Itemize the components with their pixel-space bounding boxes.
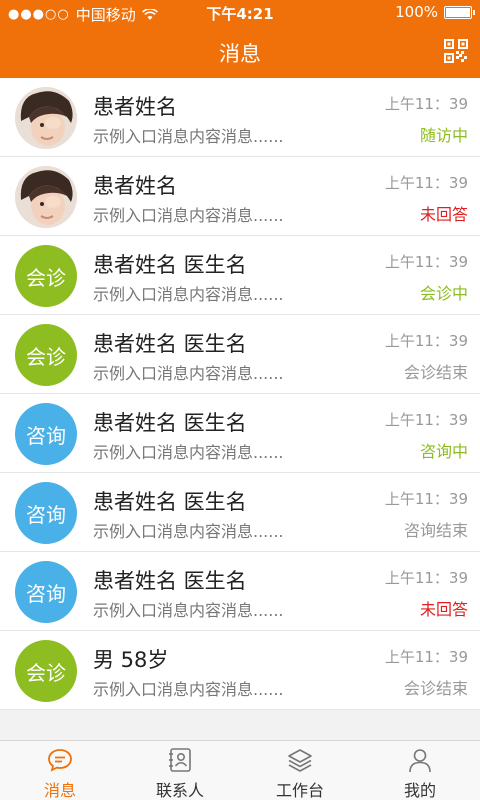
status-bar: ●●●○○ 中国移动 下午4:21 100% (0, 0, 480, 26)
child-photo-icon (15, 166, 77, 228)
battery-percent: 100% (395, 3, 438, 21)
message-item[interactable]: 咨询 患者姓名 医生名 示例入口消息内容消息...... 上午11：39 咨询结… (0, 473, 480, 552)
contact-name: 患者姓名 医生名 (93, 332, 247, 356)
message-preview: 示例入口消息内容消息...... (93, 127, 284, 146)
message-preview: 示例入口消息内容消息...... (93, 443, 284, 462)
tab-label: 工作台 (275, 781, 324, 800)
message-preview: 示例入口消息内容消息...... (93, 680, 284, 699)
status-label: 会诊中 (419, 284, 468, 303)
layers-icon (288, 749, 312, 772)
person-icon (409, 749, 431, 773)
message-item[interactable]: 患者姓名 示例入口消息内容消息...... 上午11：39 未回答 (0, 157, 480, 236)
page-title: 消息 (219, 42, 261, 66)
message-item[interactable]: 咨询 患者姓名 医生名 示例入口消息内容消息...... 上午11：39 咨询中 (0, 394, 480, 473)
status-label: 随访中 (419, 126, 468, 145)
tab-workbench[interactable]: 工作台 (240, 741, 360, 800)
status-label: 会诊结束 (403, 679, 468, 698)
nav-bar: 消息 (0, 26, 480, 78)
qr-code-icon[interactable] (444, 39, 468, 63)
message-preview: 示例入口消息内容消息...... (93, 601, 284, 620)
message-item[interactable]: 会诊 男 58岁 示例入口消息内容消息...... 上午11：39 会诊结束 (0, 631, 480, 710)
message-time: 上午11：39 (384, 648, 468, 666)
tab-contacts[interactable]: 联系人 (120, 741, 240, 800)
status-label: 咨询中 (419, 442, 468, 461)
contact-name: 患者姓名 医生名 (93, 490, 247, 514)
avatar: 会诊 (15, 324, 77, 386)
message-preview: 示例入口消息内容消息...... (93, 206, 284, 225)
avatar: 会诊 (15, 245, 77, 307)
message-time: 上午11：39 (384, 490, 468, 508)
message-item[interactable]: 患者姓名 示例入口消息内容消息...... 上午11：39 随访中 (0, 78, 480, 157)
contact-name: 男 58岁 (93, 648, 169, 672)
child-photo-icon (15, 87, 77, 149)
message-item[interactable]: 咨询 患者姓名 医生名 示例入口消息内容消息...... 上午11：39 未回答 (0, 552, 480, 631)
tab-bar: 消息 联系人 工作台 我的 (0, 740, 480, 800)
contacts-icon (169, 748, 191, 772)
message-preview: 示例入口消息内容消息...... (93, 364, 284, 383)
avatar: 会诊 (15, 640, 77, 702)
tab-label: 联系人 (155, 781, 204, 800)
avatar (15, 166, 77, 228)
avatar (15, 87, 77, 149)
message-preview: 示例入口消息内容消息...... (93, 522, 284, 541)
battery-icon (444, 5, 475, 19)
message-time: 上午11：39 (384, 569, 468, 587)
avatar: 咨询 (15, 482, 77, 544)
tab-label: 我的 (403, 781, 436, 800)
message-list: 患者姓名 示例入口消息内容消息...... 上午11：39 随访中 患者姓名 示… (0, 78, 480, 710)
chat-bubble-icon (48, 749, 72, 772)
tab-me[interactable]: 我的 (360, 741, 480, 800)
contact-name: 患者姓名 (93, 95, 177, 119)
contact-name: 患者姓名 (93, 174, 177, 198)
message-time: 上午11：39 (384, 95, 468, 113)
message-item[interactable]: 会诊 患者姓名 医生名 示例入口消息内容消息...... 上午11：39 会诊中 (0, 236, 480, 315)
status-label: 会诊结束 (403, 363, 468, 382)
message-item[interactable]: 会诊 患者姓名 医生名 示例入口消息内容消息...... 上午11：39 会诊结… (0, 315, 480, 394)
contact-name: 患者姓名 医生名 (93, 411, 247, 435)
message-time: 上午11：39 (384, 332, 468, 350)
tab-label: 消息 (43, 781, 76, 800)
status-label: 未回答 (419, 205, 468, 224)
message-time: 上午11：39 (384, 174, 468, 192)
message-preview: 示例入口消息内容消息...... (93, 285, 284, 304)
tab-messages[interactable]: 消息 (0, 741, 120, 800)
status-label: 未回答 (419, 600, 468, 619)
avatar: 咨询 (15, 403, 77, 465)
message-time: 上午11：39 (384, 253, 468, 271)
message-time: 上午11：39 (384, 411, 468, 429)
status-label: 咨询结束 (403, 521, 468, 540)
avatar: 咨询 (15, 561, 77, 623)
contact-name: 患者姓名 医生名 (93, 253, 247, 277)
contact-name: 患者姓名 医生名 (93, 569, 247, 593)
